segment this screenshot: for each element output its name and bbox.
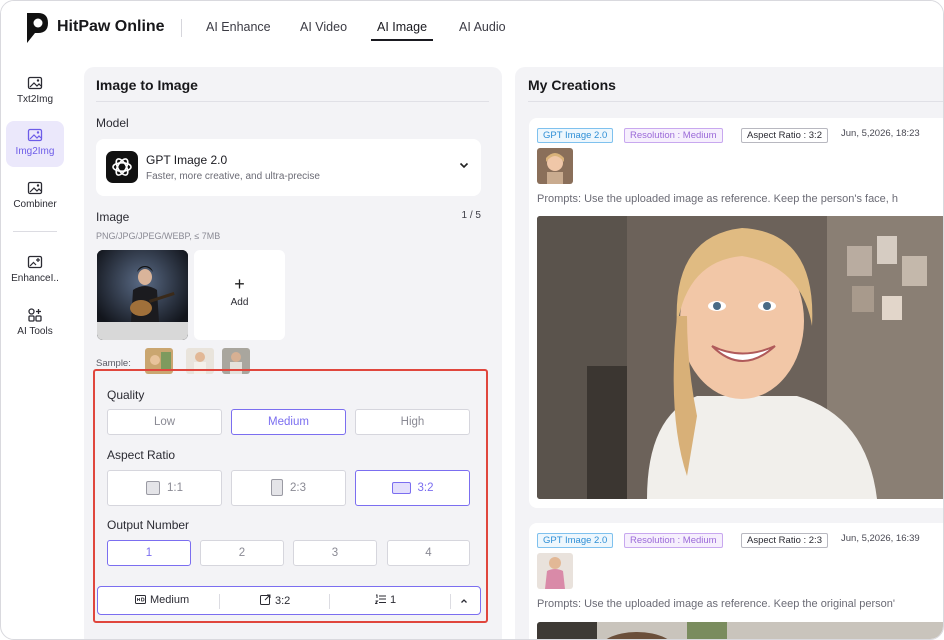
image-label: Image [96, 210, 130, 224]
summary-quality-value: Medium [150, 594, 190, 606]
sidebar-item-img2img[interactable]: Img2Img [6, 121, 64, 167]
creations-title: My Creations [528, 77, 616, 93]
summary-ratio-value: 3:2 [275, 595, 291, 607]
aspect-ratio-tag: Aspect Ratio : 3:2 [741, 128, 828, 143]
resolution-tag: Resolution : Medium [624, 533, 723, 548]
reference-thumbnail[interactable] [537, 148, 573, 184]
creation-card: GPT Image 2.0 Resolution : Medium Aspect… [529, 523, 943, 639]
resolution-tag: Resolution : Medium [624, 128, 723, 143]
image-format-hint: PNG/JPG/JPEG/WEBP, ≤ 7MB [96, 231, 221, 241]
output-2-option[interactable]: 2 [200, 540, 284, 566]
model-description: Faster, more creative, and ultra-precise [146, 171, 320, 182]
summary-separator [329, 594, 330, 609]
nav-ai-audio[interactable]: AI Audio [459, 20, 506, 34]
creations-divider [528, 101, 943, 102]
image-convert-icon [27, 128, 43, 142]
summary-count[interactable]: 1 [374, 594, 397, 606]
sidebar-item-label: EnhanceI.. [11, 273, 59, 284]
aspect-option-label: 3:2 [417, 482, 434, 494]
sidebar-divider [13, 231, 57, 232]
image-count: 1 / 5 [461, 210, 481, 221]
model-label: Model [96, 116, 129, 130]
image-text-icon [27, 76, 43, 90]
plus-icon: + [234, 274, 245, 294]
chevron-down-icon[interactable] [458, 159, 470, 171]
output-4-option[interactable]: 4 [387, 540, 470, 566]
output-1-option[interactable]: 1 [107, 540, 191, 566]
summary-separator [219, 594, 220, 609]
quality-medium-option[interactable]: Medium [231, 409, 346, 435]
creation-card: GPT Image 2.0 Resolution : Medium Aspect… [529, 118, 943, 508]
nav-active-underline [371, 39, 433, 41]
model-select[interactable]: GPT Image 2.0 Faster, more creative, and… [96, 139, 481, 196]
resize-icon [260, 594, 271, 605]
nav-separator [181, 19, 182, 37]
image-enhance-icon [27, 255, 43, 269]
image-combine-icon [27, 181, 43, 195]
panel-title: Image to Image [96, 77, 198, 93]
panel-divider [96, 101, 489, 102]
sidebar-item-txt2img[interactable]: Txt2Img [6, 69, 64, 115]
brand-name[interactable]: HitPaw Online [57, 18, 165, 36]
aspect-1-1-option[interactable]: 1:1 [107, 470, 222, 506]
top-nav: HitPaw Online AI Enhance AI Video AI Ima… [1, 1, 943, 57]
generated-image[interactable] [537, 622, 943, 639]
hitpaw-logo-icon[interactable] [23, 11, 51, 45]
tools-grid-icon [28, 308, 42, 322]
summary-ratio[interactable]: 3:2 [260, 594, 290, 607]
landscape-ratio-icon [391, 481, 411, 494]
add-label: Add [230, 297, 249, 308]
model-tag: GPT Image 2.0 [537, 533, 614, 548]
openai-logo-icon [106, 151, 138, 183]
aspect-3-2-option[interactable]: 3:2 [355, 470, 470, 506]
model-name: GPT Image 2.0 [146, 153, 228, 167]
summary-count-value: 1 [390, 594, 397, 606]
aspect-ratio-label: Aspect Ratio [107, 448, 176, 462]
sidebar-item-combiner[interactable]: Combiner [6, 174, 64, 220]
add-image-button[interactable]: + Add [194, 250, 285, 340]
creation-date: Jun, 5,2026, 18:23 [841, 128, 920, 139]
reference-thumbnail[interactable] [537, 553, 573, 589]
quality-low-option[interactable]: Low [107, 409, 222, 435]
sample-label: Sample: [96, 358, 131, 369]
creation-date: Jun, 5,2026, 16:39 [841, 533, 920, 544]
aspect-2-3-option[interactable]: 2:3 [231, 470, 346, 506]
settings-summary-bar[interactable]: Medium 3:2 1 [97, 586, 481, 615]
sidebar-item-ai-tools[interactable]: AI Tools [6, 301, 64, 347]
output-3-option[interactable]: 3 [293, 540, 377, 566]
prompt-text: Prompts: Use the uploaded image as refer… [537, 193, 899, 205]
chevron-up-icon[interactable] [459, 596, 469, 606]
list-number-icon [374, 594, 386, 604]
quality-label: Quality [107, 388, 145, 402]
sidebar-item-label: Combiner [13, 199, 57, 210]
aspect-ratio-tag: Aspect Ratio : 2:3 [741, 533, 828, 548]
quality-high-option[interactable]: High [355, 409, 470, 435]
square-ratio-icon [146, 480, 160, 495]
prompt-text: Prompts: Use the uploaded image as refer… [537, 598, 895, 610]
nav-ai-video[interactable]: AI Video [300, 20, 347, 34]
sidebar-item-enhance[interactable]: EnhanceI.. [6, 248, 64, 294]
nav-ai-image[interactable]: AI Image [377, 20, 427, 34]
app-window: HitPaw Online AI Enhance AI Video AI Ima… [0, 0, 944, 640]
aspect-option-label: 2:3 [290, 482, 306, 494]
portrait-ratio-icon [271, 479, 283, 497]
generated-image[interactable] [537, 216, 943, 499]
summary-quality[interactable]: Medium [135, 594, 189, 606]
sidebar-item-label: Img2Img [15, 146, 55, 157]
model-tag: GPT Image 2.0 [537, 128, 614, 143]
summary-separator [450, 594, 451, 609]
hd-quality-icon [135, 595, 146, 604]
my-creations-panel: My Creations GPT Image 2.0 Resolution : … [515, 67, 943, 639]
nav-ai-enhance[interactable]: AI Enhance [206, 20, 271, 34]
sidebar-item-label: AI Tools [17, 326, 53, 337]
uploaded-image-thumbnail[interactable] [97, 250, 188, 340]
aspect-option-label: 1:1 [167, 482, 183, 494]
sidebar-item-label: Txt2Img [16, 94, 54, 105]
output-number-label: Output Number [107, 518, 190, 532]
